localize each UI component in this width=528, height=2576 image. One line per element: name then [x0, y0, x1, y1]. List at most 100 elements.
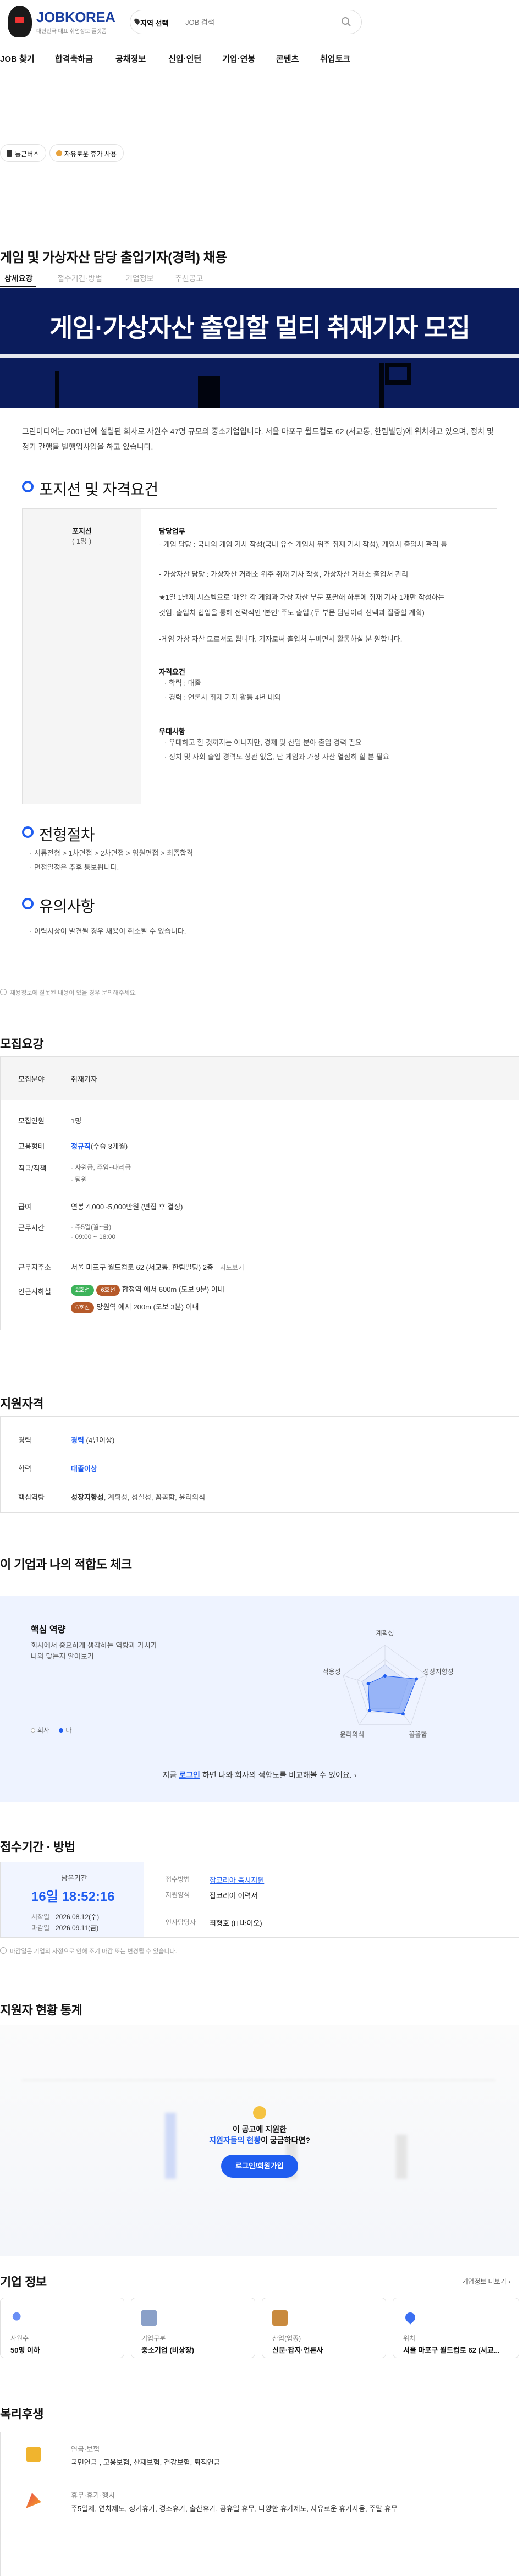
- start-date: 2026.08.12(수): [56, 1913, 100, 1921]
- form-value: 잡코리아 이력서: [210, 1892, 258, 1900]
- fit-cta-pre: 지금: [162, 1771, 179, 1779]
- brand-name[interactable]: JOBKOREA: [36, 9, 116, 26]
- summary-label: 모집분야: [18, 1075, 45, 1083]
- preference-line: · 우대하고 할 것까지는 아니지만, 경제 및 산업 분야 출입 경력 필요: [164, 738, 362, 747]
- requirement-value: 성장지향성, 계획성, 성실성, 꼼꼼함, 윤리의식: [71, 1492, 205, 1502]
- process-steps: · 서류전형 > 1차면접 > 2차면접 > 임원면접 > 최종합격: [30, 849, 193, 857]
- company-more-link[interactable]: 기업정보 더보기 ›: [462, 2277, 510, 2286]
- briefcase-icon: [272, 2310, 288, 2326]
- company-more-label: 기업정보 더보기: [462, 2278, 507, 2285]
- stats-blurred-area: 이 공고에 지원한 지원자들의 현황이 궁금하다면? 로그인/회원가입: [0, 2025, 519, 2256]
- legend-company-dot: [31, 1728, 35, 1733]
- blurred-bar: [165, 2113, 176, 2179]
- nav-job-talk[interactable]: 취업토크: [320, 53, 350, 64]
- radar-me-point: [415, 1677, 419, 1681]
- employment-type-extra: (수습 3개월): [90, 1142, 128, 1150]
- apply-heading: 접수기간 · 방법: [0, 1840, 75, 1854]
- summary-label: 근무지주소: [18, 1263, 51, 1271]
- banner-divider: [0, 354, 519, 358]
- process-note: · 면접일정은 추후 통보됩니다.: [30, 863, 119, 872]
- map-link[interactable]: 지도보기: [220, 1264, 244, 1271]
- apply-box: 남은기간 16일 18:52:16 시작일 2026.08.12(수) 마감일 …: [0, 1862, 519, 1938]
- info-icon: [0, 989, 7, 995]
- line-2-badge: 2호선: [71, 1285, 95, 1296]
- welfare-heading: 복리후생: [0, 2407, 43, 2421]
- legend-company: 회사: [37, 1727, 50, 1734]
- jobkorea-logo-icon[interactable]: [8, 6, 32, 37]
- tab-company-info[interactable]: 기업정보: [125, 273, 154, 284]
- employment-type-value: 정규직: [71, 1142, 91, 1150]
- caution-text: · 이력서상이 발견될 경우 채용이 취소될 수 있습니다.: [30, 927, 186, 935]
- subway-row: 6호선 망원역 에서 200m (도보 3분) 이내: [71, 1301, 199, 1313]
- summary-heading: 모집요강: [0, 1037, 43, 1051]
- benefit-pill-label: 통근버스: [15, 150, 40, 158]
- login-link[interactable]: 로그인: [179, 1771, 200, 1779]
- card-value: 중소기업 (비상장): [141, 2346, 194, 2354]
- nav-congrats-bonus[interactable]: 합격축하금: [55, 53, 93, 64]
- radar-axis-label: 적응성: [322, 1668, 340, 1675]
- requirement-value: 대졸이상: [71, 1463, 97, 1473]
- pension-icon: [26, 2447, 41, 2462]
- tab-detail[interactable]: 상세요강: [4, 273, 33, 284]
- summary-label: 고용형태: [18, 1142, 45, 1150]
- requirement-value: 경력 (4년이상): [71, 1434, 114, 1445]
- stats-overlay-text: 이 공고에 지원한 지원자들의 현황이 궁금하다면?: [0, 2124, 519, 2146]
- positions-heading: 포지션 및 자격요건: [22, 478, 158, 500]
- fit-box: 핵심 역량 회사에서 중요하게 생각하는 역량과 가치가 나와 맞는지 알아보기…: [0, 1596, 519, 1802]
- nav-company-salary[interactable]: 기업·연봉: [222, 53, 255, 64]
- nav-public-recruit[interactable]: 공채정보: [116, 53, 146, 64]
- competency-radar-chart: 계획성성장지향성꼼꼼함 윤리의식 적응성: [322, 1629, 453, 1739]
- note-line: 것임. 출입처 협업을 통해 전략적인 '본인' 주도 출입.(두 부문 담당이…: [159, 609, 425, 617]
- summary-table: 모집분야 취재기자 모집인원 1명 고용형태 정규직(수습 3개월) 직급/직책…: [0, 1056, 519, 1330]
- line-6-badge: 6호선: [96, 1285, 120, 1296]
- nav-newcomer-intern[interactable]: 신입·인턴: [168, 53, 201, 64]
- career-value: 경력: [71, 1436, 84, 1444]
- form-label: 지원양식: [166, 1891, 190, 1899]
- apply-method-link[interactable]: 잡코리아 즉시지원: [210, 1875, 264, 1885]
- login-signup-button[interactable]: 로그인/회원가입: [221, 2155, 298, 2178]
- fit-heading: 이 기업과 나의 적합도 체크: [0, 1558, 132, 1571]
- remain-countdown: 16일 18:52:16: [31, 1889, 115, 1904]
- company-intro: 그린미디어는 2001년에 설립된 회사로 사원수 47명 규모의 중소기업입니…: [22, 427, 494, 451]
- card-label: 기업구분: [141, 2334, 166, 2342]
- core-competency-value: 성장지향성: [71, 1493, 104, 1501]
- summary-label: 직급/직책: [18, 1164, 47, 1172]
- job-banner-image: 게임·가상자산 출입할 멀티 취재기자 모집: [0, 288, 519, 408]
- manager-value: 최형호 (IT바이오): [210, 1919, 262, 1927]
- card-value: 서울 마포구 월드컵로 62 (서교...: [403, 2346, 500, 2354]
- search-divider: [181, 18, 182, 27]
- requirements-heading: 지원자격: [0, 1397, 43, 1411]
- summary-label: 근무시간: [18, 1224, 45, 1232]
- summary-label: 모집인원: [18, 1117, 45, 1125]
- company-heading: 기업 정보: [0, 2275, 47, 2289]
- requirement-label: 핵심역량: [18, 1493, 45, 1501]
- radar-axis-label: 계획성: [376, 1629, 394, 1637]
- radar-axis-label: 윤리의식: [340, 1731, 364, 1739]
- qualification-heading: 자격요건: [159, 668, 185, 676]
- search-icon[interactable]: [340, 16, 353, 28]
- main-nav: JOB 찾기 합격축하금 공채정보 신입·인턴 기업·연봉 콘텐츠 취업토크: [0, 47, 528, 69]
- report-note[interactable]: 채용정보에 잘못된 내용이 있을 경우 문의해주세요.: [10, 988, 137, 997]
- region-select[interactable]: 지역 선택: [140, 18, 168, 28]
- benefit-pill-vacation: 자유로운 휴가 사용: [50, 144, 124, 162]
- fit-box-title: 핵심 역량: [31, 1625, 66, 1635]
- tab-apply-period[interactable]: 접수기간·방법: [57, 273, 102, 284]
- summary-value: · 주5일(월~금): [71, 1223, 112, 1231]
- card-value: 50명 이하: [10, 2346, 40, 2354]
- people-icon: [10, 2310, 26, 2326]
- company-card-location: 위치 서울 마포구 월드컵로 62 (서교...: [393, 2298, 519, 2358]
- fit-legend: 회사 나: [31, 1725, 72, 1735]
- search-input[interactable]: [185, 17, 339, 28]
- nav-job-search[interactable]: JOB 찾기: [0, 53, 35, 64]
- nav-contents[interactable]: 콘텐츠: [276, 53, 299, 64]
- banner-title: 게임·가상자산 출입할 멀티 취재기자 모집: [50, 314, 470, 342]
- site-header: JOBKOREA 대한민국 대표 취업정보 플랫폼 지역 선택: [0, 0, 528, 44]
- employment-type: 정규직(수습 3개월): [71, 1141, 128, 1151]
- preference-heading: 우대사항: [159, 727, 185, 736]
- process-heading: 전형절차: [22, 823, 95, 845]
- overlay-highlight: 지원자들의 현황: [209, 2136, 261, 2145]
- tab-recommended[interactable]: 추천공고: [175, 273, 204, 284]
- bus-icon: [7, 150, 12, 157]
- position-count: ( 1명 ): [72, 537, 92, 545]
- benefit-pill-label: 자유로운 휴가 사용: [64, 150, 117, 158]
